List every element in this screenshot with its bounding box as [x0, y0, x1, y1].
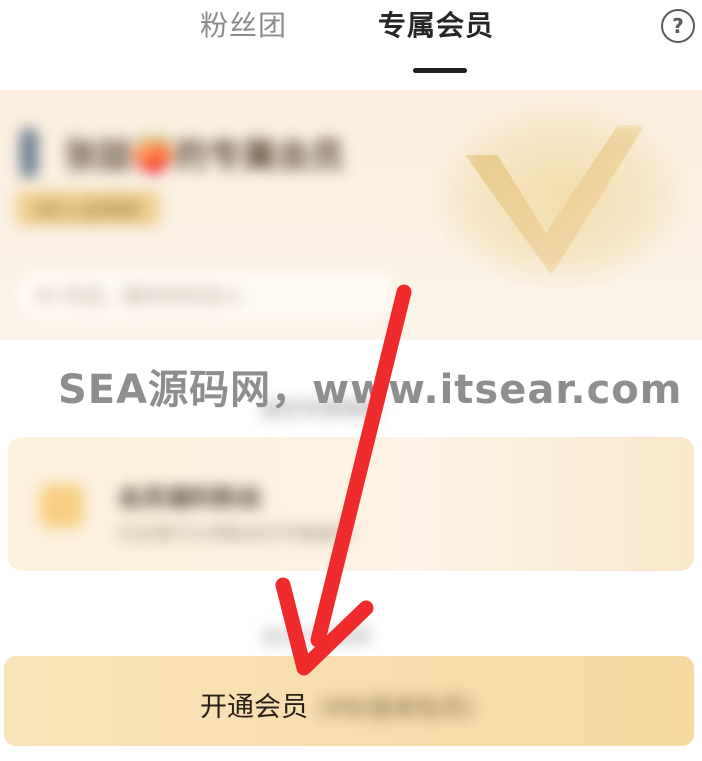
tab-fans-club[interactable]: 粉丝团: [200, 4, 287, 44]
card-decoration: [430, 100, 690, 290]
tab-exclusive-member[interactable]: 专属会员: [378, 4, 494, 44]
gift-icon: [40, 484, 84, 528]
join-membership-label: 开通会员: [200, 692, 308, 723]
site-watermark: SEA源码网，www.itsear.com: [58, 367, 683, 413]
help-icon[interactable]: ?: [661, 9, 695, 43]
creator-avatar: [20, 128, 38, 178]
section-title-subscription: 会员订阅说明: [262, 627, 370, 648]
member-card: 张喆🍑的专属会员 AR入会特权 Hi 欢迎，期待你的加入: [0, 90, 702, 340]
active-tab-indicator: [413, 68, 467, 73]
member-badge-label: AR入会特权: [34, 198, 142, 222]
join-membership-price: (¥9/连续包月): [320, 694, 474, 722]
membership-page: 粉丝团 专属会员 ? 张喆🍑的专属会员 AR入会特权 Hi 欢迎，期待你的加入 …: [0, 0, 702, 761]
privilege-desc: 在这里可以领取会员专属福利: [118, 524, 352, 545]
intro-text: Hi 欢迎，期待你的加入: [36, 284, 243, 308]
member-card-title: 张喆🍑的专属会员: [64, 136, 345, 176]
privilege-title: 会员福利粉丝: [118, 484, 262, 512]
privilege-card[interactable]: [8, 437, 694, 571]
top-tab-bar: 粉丝团 专属会员 ?: [0, 0, 702, 73]
